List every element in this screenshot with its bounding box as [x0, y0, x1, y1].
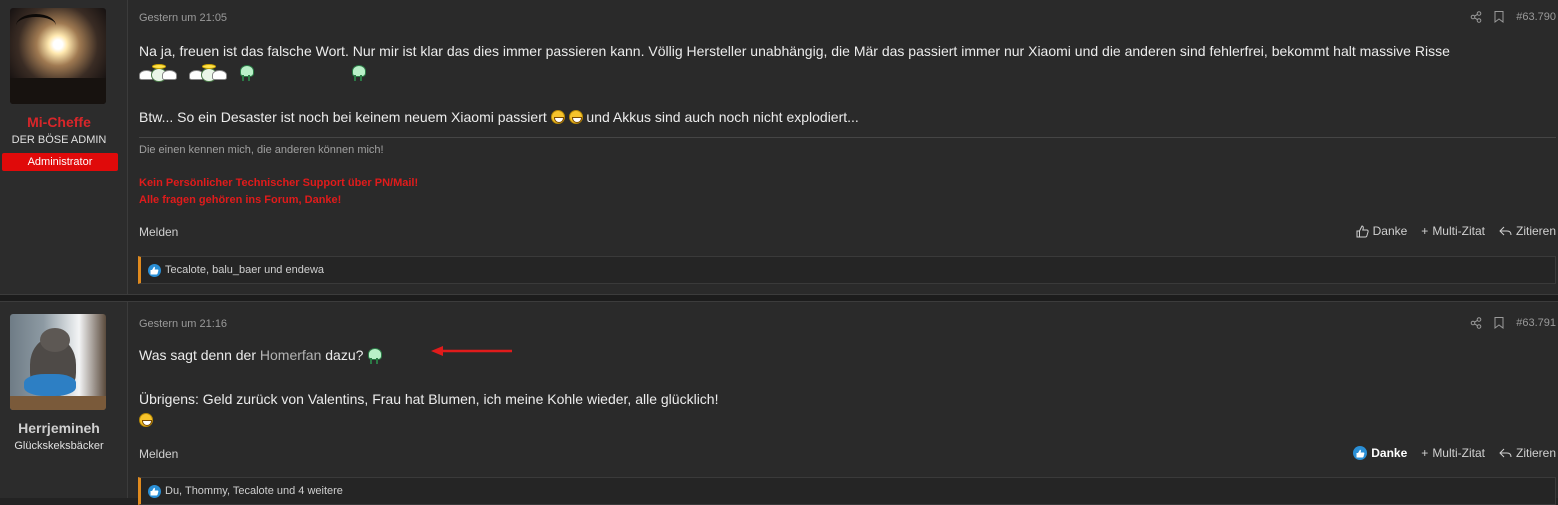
post-header-tools: #63.790 [1470, 10, 1556, 24]
quote-label: Zitieren [1515, 224, 1556, 238]
post-63790: Mi-Cheffe DER BÖSE ADMIN Administrator G… [0, 0, 1558, 294]
like-label: Danke [1372, 224, 1408, 238]
avatar[interactable] [10, 314, 106, 410]
red-arrow-annotation [431, 346, 512, 356]
user-title: Glückskeksbäcker [14, 440, 104, 452]
like-button[interactable]: Danke [1353, 446, 1407, 460]
avatar[interactable] [10, 8, 106, 104]
angel-emoji [188, 64, 227, 83]
like-badge-icon [1353, 446, 1368, 460]
user-cell [0, 302, 128, 498]
post-date[interactable]: Gestern um 21:16 [139, 318, 227, 330]
username[interactable]: Herrjemineh [0, 420, 118, 436]
emoji-row [139, 412, 153, 428]
alien-emoji [239, 64, 254, 82]
like-button[interactable]: Danke [1356, 224, 1408, 238]
quote-label: Zitieren [1515, 446, 1556, 460]
quote-button[interactable]: Zitieren [1499, 446, 1556, 460]
bookmark-icon[interactable] [1494, 11, 1504, 23]
post-text-line-2: Übrigens: Geld zurück von Valentins, Fra… [139, 391, 719, 407]
reactions-bar[interactable]: Tecalote, balu_baer und endewa [138, 256, 1556, 284]
signature-text: Die einen kennen mich, die anderen könne… [139, 144, 384, 156]
quote-reply-icon [1499, 448, 1512, 458]
username[interactable]: Mi-Cheffe [0, 114, 118, 130]
user-mention-link[interactable]: Homerfan [260, 347, 321, 363]
grin-emoji [139, 413, 153, 427]
alien-emoji [351, 64, 366, 82]
multiquote-button[interactable]: + Multi-Zitat [1421, 446, 1485, 460]
post-main: Gestern um 21:16 #63.791 Was sagt denn d… [128, 302, 1558, 505]
angel-emoji [139, 64, 177, 83]
emoji-row [139, 64, 366, 83]
post-text-line-2: Btw... So ein Desaster ist noch bei kein… [139, 109, 859, 125]
grin-emoji [568, 110, 583, 124]
share-icon[interactable] [1470, 11, 1482, 23]
like-badge-icon [148, 484, 161, 498]
quote-reply-icon [1499, 226, 1512, 236]
post-separator [0, 294, 1558, 302]
signature-warning: Kein Persönlicher Technischer Support üb… [139, 177, 419, 189]
report-link[interactable]: Melden [139, 225, 178, 239]
post-text-line: Was sagt denn der Homerfan dazu? [139, 347, 383, 365]
bookmark-icon[interactable] [1494, 317, 1504, 329]
signature-divider [139, 137, 1556, 138]
reactions-bar[interactable]: Du, Thommy, Tecalote und 4 weitere [138, 477, 1556, 505]
post-text-line: Na ja, freuen ist das falsche Wort. Nur … [139, 43, 1450, 59]
like-badge-icon [148, 263, 161, 277]
reactions-users[interactable]: Du, Thommy, Tecalote und 4 weitere [165, 478, 343, 504]
post-text: dazu? [325, 347, 364, 363]
reactions-users[interactable]: Tecalote, balu_baer und endewa [165, 257, 324, 283]
post-date[interactable]: Gestern um 21:05 [139, 12, 227, 24]
post-text: und Akkus sind auch noch nicht explodier… [586, 109, 859, 125]
user-banner: Administrator [2, 153, 118, 171]
user-cell: Mi-Cheffe DER BÖSE ADMIN Administrator [0, 0, 128, 294]
post-63791: Gestern um 21:16 #63.791 Was sagt denn d… [0, 302, 1558, 505]
quote-button[interactable]: Zitieren [1499, 224, 1556, 238]
signature-warning: Alle fragen gehören ins Forum, Danke! [139, 194, 342, 206]
report-link[interactable]: Melden [139, 447, 178, 461]
thumbs-up-icon [1356, 224, 1369, 237]
multiquote-label: Multi-Zitat [1432, 446, 1485, 460]
alien-emoji [367, 347, 383, 365]
post-text: Was sagt denn der [139, 347, 256, 363]
plus-icon: + [1421, 446, 1429, 460]
share-icon[interactable] [1470, 317, 1482, 329]
multiquote-label: Multi-Zitat [1432, 224, 1485, 238]
multiquote-button[interactable]: + Multi-Zitat [1421, 224, 1485, 238]
post-number[interactable]: #63.791 [1516, 317, 1556, 329]
grin-emoji [550, 110, 565, 124]
post-text: Btw... So ein Desaster ist noch bei kein… [139, 109, 547, 125]
post-actions: Danke + Multi-Zitat Zitieren [1356, 224, 1556, 238]
post-number[interactable]: #63.790 [1516, 11, 1556, 23]
post-main: Gestern um 21:05 #63.790 Na ja, freuen i… [128, 0, 1558, 294]
post-header-tools: #63.791 [1470, 316, 1556, 330]
like-label: Danke [1371, 446, 1408, 460]
user-title: DER BÖSE ADMIN [11, 134, 107, 146]
plus-icon: + [1421, 224, 1429, 238]
post-actions: Danke + Multi-Zitat Zitieren [1353, 446, 1556, 460]
